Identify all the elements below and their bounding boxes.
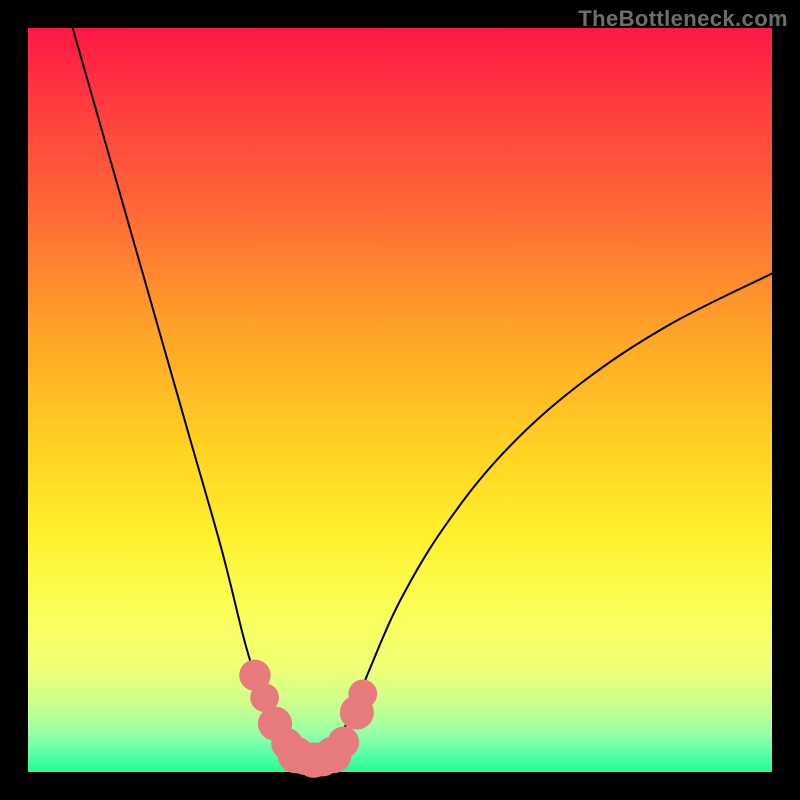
chart-stage: TheBottleneck.com <box>0 0 800 800</box>
curve-left-path <box>73 28 311 757</box>
data-marker <box>328 727 359 758</box>
curve-right <box>311 274 772 758</box>
chart-svg <box>28 28 772 772</box>
curve-left <box>73 28 311 757</box>
markers-group <box>239 660 377 778</box>
data-marker <box>348 680 377 709</box>
plot-area <box>28 28 772 772</box>
curve-right-path <box>311 274 772 758</box>
